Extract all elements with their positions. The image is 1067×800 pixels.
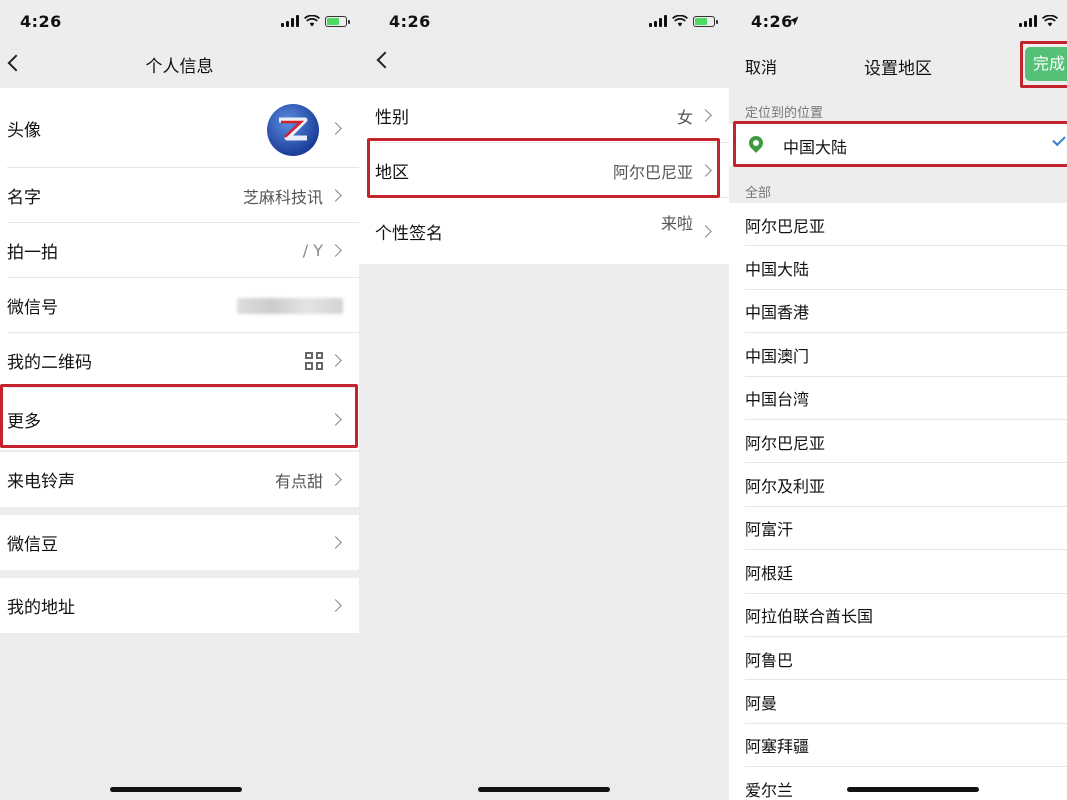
status-time: 4:26 [389,12,431,31]
list-item[interactable]: 阿尔巴尼亚 [729,203,1067,247]
list-item[interactable]: 中国香港 [729,290,1067,334]
row-label: 拍一拍 [7,243,58,263]
qr-code-icon [305,351,323,370]
list-item[interactable]: 阿拉伯联合酋长国 [729,594,1067,637]
row-label: 个性签名 [375,223,443,244]
highlight-located [733,121,1067,167]
list-item[interactable]: 阿塞拜疆 [729,724,1067,768]
row-label: 来电铃声 [7,472,75,492]
status-bar: 4:26 [729,0,1067,44]
row-wechat-id[interactable]: 微信号 [0,278,359,333]
chevron-right-icon [329,244,342,257]
chevron-right-icon [699,109,712,122]
all-section-label: 全部 [745,186,772,201]
located-section-label: 定位到的位置 [745,106,824,121]
wechat-id-blurred [237,297,343,314]
chevron-right-icon [329,121,342,135]
signal-icon [649,15,667,27]
highlight-region [367,138,720,198]
home-indicator [847,787,979,792]
chevron-right-icon [329,536,342,549]
nav-bar [359,44,729,86]
list-item[interactable]: 阿根廷 [729,550,1067,594]
wifi-icon [1042,15,1058,27]
signature-value: 来啦 [660,214,693,233]
row-label: 我的地址 [7,598,75,618]
signal-icon [281,15,299,27]
row-label: 微信豆 [7,535,58,555]
row-label: 性别 [375,108,409,128]
list-item[interactable]: 阿尔及利亚 [729,463,1067,507]
ringtone-value: 有点甜 [274,471,323,491]
chevron-right-icon [699,224,712,238]
nav-bar: 个人信息 [0,44,359,86]
row-pat[interactable]: 拍一拍 / Y [0,223,359,278]
more-info-screen: 4:26 性别 女 地区 阿尔巴尼亚 个性签名 来啦 [359,0,729,800]
row-name[interactable]: 名字 芝麻科技讯 [0,168,359,223]
name-value: 芝麻科技讯 [242,187,323,207]
row-label: 头像 [7,120,41,141]
signal-icon [1019,15,1037,27]
status-time: 4:26 [20,12,62,31]
highlight-more [0,384,358,448]
row-wechat-beans[interactable]: 微信豆 [0,515,359,570]
list-item[interactable]: 中国台湾 [729,377,1067,420]
list-item[interactable]: 阿富汗 [729,507,1067,551]
row-qr-code[interactable]: 我的二维码 [0,333,359,388]
page-title: 个人信息 [145,57,214,77]
row-label: 微信号 [7,298,58,318]
wifi-icon [304,15,320,27]
back-chevron-icon[interactable] [376,51,394,69]
nav-bar: 取消 设置地区 完成 [729,44,1067,86]
row-ringtone[interactable]: 来电铃声 有点甜 [0,452,359,507]
home-indicator [478,787,610,792]
chevron-right-icon [329,473,342,486]
battery-icon [693,15,718,27]
list-item[interactable]: 中国大陆 [729,246,1067,290]
page-title: 设置地区 [864,59,932,79]
list-item[interactable]: 阿鲁巴 [729,637,1067,681]
row-gender[interactable]: 性别 女 [359,88,729,143]
chevron-right-icon [329,354,342,367]
profile-group-address: 我的地址 [0,578,359,633]
chevron-right-icon [329,599,342,612]
row-label: 我的二维码 [7,353,92,373]
highlight-done [1020,41,1067,88]
row-label: 名字 [7,188,41,208]
pat-value: / Y [302,241,323,260]
row-avatar[interactable]: 头像 [0,88,359,168]
list-item[interactable]: 阿尔巴尼亚 [729,420,1067,464]
status-bar: 4:26 [0,0,359,44]
profile-group-beans: 微信豆 [0,515,359,570]
row-signature[interactable]: 个性签名 来啦 [359,198,729,264]
location-arrow-icon [789,16,799,26]
list-item[interactable]: 阿曼 [729,680,1067,724]
list-item[interactable]: 爱尔兰 [729,767,1067,800]
list-item[interactable]: 中国澳门 [729,333,1067,377]
set-region-screen: 4:26 取消 设置地区 完成 定位到的位置 中国大陆 全部 阿尔巴尼亚 中国大… [729,0,1067,800]
battery-icon [325,15,350,27]
wifi-icon [672,15,688,27]
chevron-right-icon [329,189,342,202]
row-my-address[interactable]: 我的地址 [0,578,359,633]
status-bar: 4:26 [359,0,729,44]
profile-screen: 4:26 个人信息 头像 名字 芝麻科技讯 拍一拍 / Y 微信号 我的二维码 … [0,0,359,800]
region-list: 阿尔巴尼亚 中国大陆 中国香港 中国澳门 中国台湾 阿尔巴尼亚 阿尔及利亚 阿富… [729,203,1067,800]
status-time: 4:26 [751,12,793,31]
profile-group-ringtone: 来电铃声 有点甜 [0,452,359,507]
home-indicator [110,787,242,792]
gender-value: 女 [676,107,693,127]
avatar[interactable] [267,104,319,156]
